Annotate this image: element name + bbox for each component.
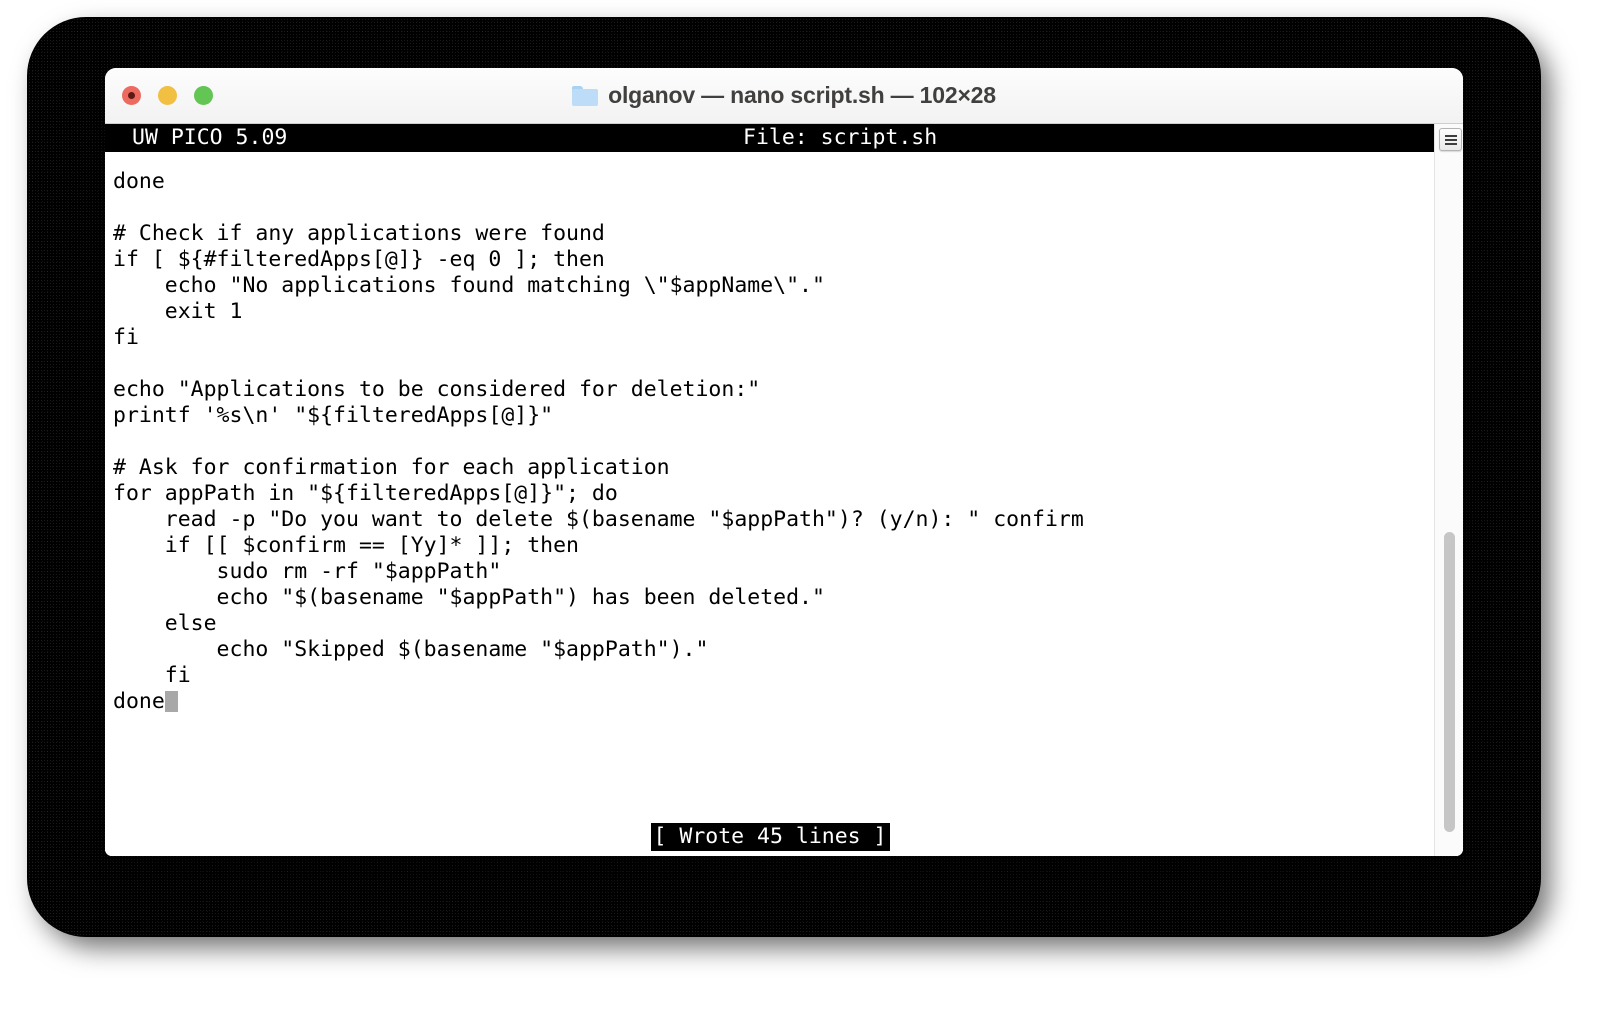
- nano-shortcut-bar: ^GGet Help^OWriteOut^RRead File^YPrev Pg…: [113, 852, 1434, 856]
- window-titlebar[interactable]: olganov — nano script.sh — 102×28: [105, 68, 1463, 124]
- text-cursor: [164, 691, 178, 712]
- code-line: for appPath in "${filteredApps[@]}"; do: [113, 481, 618, 506]
- nano-header-bar: UW PICO 5.09 File: script.sh: [105, 124, 1434, 152]
- window-title: olganov — nano script.sh — 102×28: [608, 82, 996, 108]
- close-button-icon[interactable]: [122, 86, 141, 105]
- nano-status-line: [ Wrote 45 lines ]: [105, 823, 1434, 851]
- window-title-group: olganov — nano script.sh — 102×28: [105, 82, 1463, 109]
- code-line: echo "Applications to be considered for …: [113, 377, 761, 402]
- code-line: # Ask for confirmation for each applicat…: [113, 455, 670, 480]
- code-line: sudo rm -rf "$appPath": [113, 559, 502, 584]
- list-menu-icon[interactable]: [1439, 128, 1462, 151]
- code-line: exit 1: [113, 299, 243, 324]
- code-line: done: [113, 169, 165, 194]
- nano-editor[interactable]: UW PICO 5.09 File: script.sh done # Check…: [105, 124, 1434, 856]
- code-line: echo "$(basename "$appPath") has been de…: [113, 585, 825, 610]
- minimize-button-icon[interactable]: [158, 86, 177, 105]
- traffic-light-group: [122, 86, 213, 105]
- code-line: echo "No applications found matching \"$…: [113, 273, 825, 298]
- code-line: fi: [113, 663, 191, 688]
- scrollbar-thumb[interactable]: [1444, 532, 1455, 832]
- code-line: # Check if any applications were found: [113, 221, 605, 246]
- folder-icon: [572, 85, 599, 106]
- nano-filename-label: File: script.sh: [743, 125, 938, 150]
- nano-code-area[interactable]: done # Check if any applications were fou…: [105, 169, 1084, 715]
- desktop-background: olganov — nano script.sh — 102×28 UW PIC…: [0, 0, 1600, 1013]
- code-line: echo "Skipped $(basename "$appPath").": [113, 637, 709, 662]
- code-line: read -p "Do you want to delete $(basenam…: [113, 507, 1084, 532]
- code-line: if [ ${#filteredApps[@]} -eq 0 ]; then: [113, 247, 605, 272]
- code-line: printf '%s\n' "${filteredApps[@]}": [113, 403, 554, 428]
- terminal-body: UW PICO 5.09 File: script.sh done # Check…: [105, 124, 1463, 856]
- maximize-button-icon[interactable]: [194, 86, 213, 105]
- terminal-window: olganov — nano script.sh — 102×28 UW PIC…: [105, 68, 1463, 856]
- code-line: else: [113, 611, 217, 636]
- status-message: [ Wrote 45 lines ]: [650, 823, 890, 851]
- nano-version-label: UW PICO 5.09: [132, 125, 288, 150]
- code-line: fi: [113, 325, 139, 350]
- code-line: if [[ $confirm == [Yy]* ]]; then: [113, 533, 579, 558]
- vertical-scrollbar[interactable]: [1434, 124, 1463, 856]
- code-line: done: [113, 689, 1084, 715]
